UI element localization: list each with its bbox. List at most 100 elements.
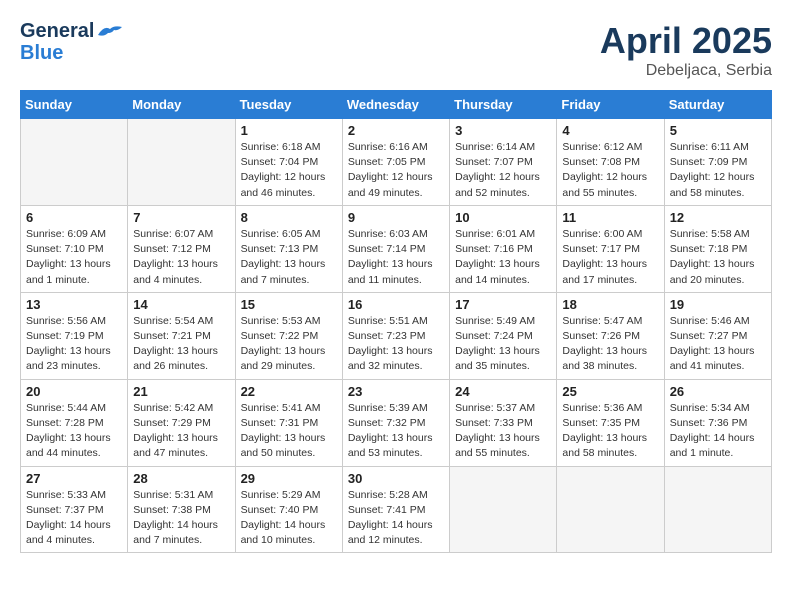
day-number: 21 [133,384,229,399]
calendar-cell: 26Sunrise: 5:34 AMSunset: 7:36 PMDayligh… [664,379,771,466]
day-number: 5 [670,123,766,138]
day-info: Sunrise: 5:39 AMSunset: 7:32 PMDaylight:… [348,401,444,462]
calendar-cell: 30Sunrise: 5:28 AMSunset: 7:41 PMDayligh… [342,466,449,553]
calendar-cell: 2 Sunrise: 6:16 AMSunset: 7:05 PMDaylight… [342,119,449,206]
calendar-cell: 16Sunrise: 5:51 AMSunset: 7:23 PMDayligh… [342,292,449,379]
day-of-week-header: Wednesday [342,91,449,119]
calendar-cell: 17 Sunrise: 5:49 AMSunset: 7:24 PMDayligh… [450,292,557,379]
day-info: Sunrise: 5:53 AMSunset: 7:22 PMDaylight:… [241,314,337,375]
calendar-cell: 9 Sunrise: 6:03 AMSunset: 7:14 PMDaylight… [342,205,449,292]
calendar-cell: 25Sunrise: 5:36 AMSunset: 7:35 PMDayligh… [557,379,664,466]
day-info: Sunrise: 5:41 AMSunset: 7:31 PMDaylight:… [241,401,337,462]
day-info: Sunrise: 6:11 AMSunset: 7:09 PMDaylight:… [670,140,766,201]
calendar-cell: 14 Sunrise: 5:54 AMSunset: 7:21 PMDayligh… [128,292,235,379]
calendar-cell: 6Sunrise: 6:09 AMSunset: 7:10 PMDaylight… [21,205,128,292]
day-number: 7 [133,210,229,225]
day-info: Sunrise: 5:34 AMSunset: 7:36 PMDaylight:… [670,401,766,462]
title-area: April 2025 Debeljaca, Serbia [600,20,772,80]
logo: General Blue [20,20,124,64]
day-number: 4 [562,123,658,138]
day-number: 23 [348,384,444,399]
day-number: 28 [133,471,229,486]
day-number: 11 [562,210,658,225]
day-number: 9 [348,210,444,225]
day-number: 10 [455,210,551,225]
calendar-cell: 19 Sunrise: 5:46 AMSunset: 7:27 PMDayligh… [664,292,771,379]
calendar-cell [21,119,128,206]
calendar-cell [128,119,235,206]
calendar-cell: 15 Sunrise: 5:53 AMSunset: 7:22 PMDayligh… [235,292,342,379]
day-info: Sunrise: 6:01 AMSunset: 7:16 PMDaylight:… [455,227,551,288]
calendar-week-row: 13 Sunrise: 5:56 AMSunset: 7:19 PMDayligh… [21,292,772,379]
day-number: 19 [670,297,766,312]
day-info: Sunrise: 5:36 AMSunset: 7:35 PMDaylight:… [562,401,658,462]
day-number: 18 [562,297,658,312]
day-number: 3 [455,123,551,138]
calendar-cell: 7 Sunrise: 6:07 AMSunset: 7:12 PMDaylight… [128,205,235,292]
calendar-cell [664,466,771,553]
calendar-cell: 1 Sunrise: 6:18 AMSunset: 7:04 PMDaylight… [235,119,342,206]
day-number: 14 [133,297,229,312]
day-number: 16 [348,297,444,312]
day-of-week-header: Tuesday [235,91,342,119]
day-info: Sunrise: 5:44 AMSunset: 7:28 PMDaylight:… [26,401,122,462]
day-info: Sunrise: 5:56 AMSunset: 7:19 PMDaylight:… [26,314,122,375]
day-number: 24 [455,384,551,399]
day-number: 29 [241,471,337,486]
day-info: Sunrise: 6:16 AMSunset: 7:05 PMDaylight:… [348,140,444,201]
calendar-week-row: 20 Sunrise: 5:44 AMSunset: 7:28 PMDayligh… [21,379,772,466]
day-of-week-header: Thursday [450,91,557,119]
calendar-cell: 27Sunrise: 5:33 AMSunset: 7:37 PMDayligh… [21,466,128,553]
calendar-cell: 21 Sunrise: 5:42 AMSunset: 7:29 PMDayligh… [128,379,235,466]
month-title: April 2025 [600,20,772,62]
calendar-cell [450,466,557,553]
logo-bird-icon [96,23,124,41]
day-info: Sunrise: 5:29 AMSunset: 7:40 PMDaylight:… [241,488,337,549]
calendar-week-row: 6Sunrise: 6:09 AMSunset: 7:10 PMDaylight… [21,205,772,292]
day-number: 15 [241,297,337,312]
day-of-week-header: Friday [557,91,664,119]
day-info: Sunrise: 5:33 AMSunset: 7:37 PMDaylight:… [26,488,122,549]
calendar-cell: 10 Sunrise: 6:01 AMSunset: 7:16 PMDayligh… [450,205,557,292]
day-number: 13 [26,297,122,312]
calendar-cell: 11 Sunrise: 6:00 AMSunset: 7:17 PMDayligh… [557,205,664,292]
calendar-cell: 4 Sunrise: 6:12 AMSunset: 7:08 PMDaylight… [557,119,664,206]
day-info: Sunrise: 5:28 AMSunset: 7:41 PMDaylight:… [348,488,444,549]
calendar-cell: 5 Sunrise: 6:11 AMSunset: 7:09 PMDaylight… [664,119,771,206]
day-number: 1 [241,123,337,138]
day-info: Sunrise: 6:09 AMSunset: 7:10 PMDaylight:… [26,227,122,288]
day-info: Sunrise: 6:18 AMSunset: 7:04 PMDaylight:… [241,140,337,201]
calendar-cell [557,466,664,553]
day-info: Sunrise: 5:49 AMSunset: 7:24 PMDaylight:… [455,314,551,375]
day-info: Sunrise: 6:12 AMSunset: 7:08 PMDaylight:… [562,140,658,201]
day-info: Sunrise: 5:31 AMSunset: 7:38 PMDaylight:… [133,488,229,549]
day-number: 12 [670,210,766,225]
calendar-cell: 20 Sunrise: 5:44 AMSunset: 7:28 PMDayligh… [21,379,128,466]
day-info: Sunrise: 5:54 AMSunset: 7:21 PMDaylight:… [133,314,229,375]
day-number: 17 [455,297,551,312]
day-number: 8 [241,210,337,225]
day-info: Sunrise: 5:47 AMSunset: 7:26 PMDaylight:… [562,314,658,375]
calendar-cell: 12 Sunrise: 5:58 AMSunset: 7:18 PMDayligh… [664,205,771,292]
calendar-cell: 23 Sunrise: 5:39 AMSunset: 7:32 PMDayligh… [342,379,449,466]
day-info: Sunrise: 5:58 AMSunset: 7:18 PMDaylight:… [670,227,766,288]
day-info: Sunrise: 6:00 AMSunset: 7:17 PMDaylight:… [562,227,658,288]
day-of-week-header: Sunday [21,91,128,119]
logo-general: General [20,20,124,42]
calendar-cell: 3Sunrise: 6:14 AMSunset: 7:07 PMDaylight… [450,119,557,206]
calendar-cell: 22Sunrise: 5:41 AMSunset: 7:31 PMDayligh… [235,379,342,466]
calendar-header-row: SundayMondayTuesdayWednesdayThursdayFrid… [21,91,772,119]
header: General Blue April 2025 Debeljaca, Serbi… [20,20,772,80]
day-number: 20 [26,384,122,399]
day-info: Sunrise: 5:37 AMSunset: 7:33 PMDaylight:… [455,401,551,462]
day-number: 2 [348,123,444,138]
calendar-cell: 24 Sunrise: 5:37 AMSunset: 7:33 PMDayligh… [450,379,557,466]
day-info: Sunrise: 5:46 AMSunset: 7:27 PMDaylight:… [670,314,766,375]
calendar-cell: 13 Sunrise: 5:56 AMSunset: 7:19 PMDayligh… [21,292,128,379]
day-info: Sunrise: 6:03 AMSunset: 7:14 PMDaylight:… [348,227,444,288]
day-info: Sunrise: 6:07 AMSunset: 7:12 PMDaylight:… [133,227,229,288]
day-of-week-header: Monday [128,91,235,119]
day-info: Sunrise: 5:42 AMSunset: 7:29 PMDaylight:… [133,401,229,462]
logo-blue: Blue [20,42,124,64]
calendar-cell: 8Sunrise: 6:05 AMSunset: 7:13 PMDaylight… [235,205,342,292]
